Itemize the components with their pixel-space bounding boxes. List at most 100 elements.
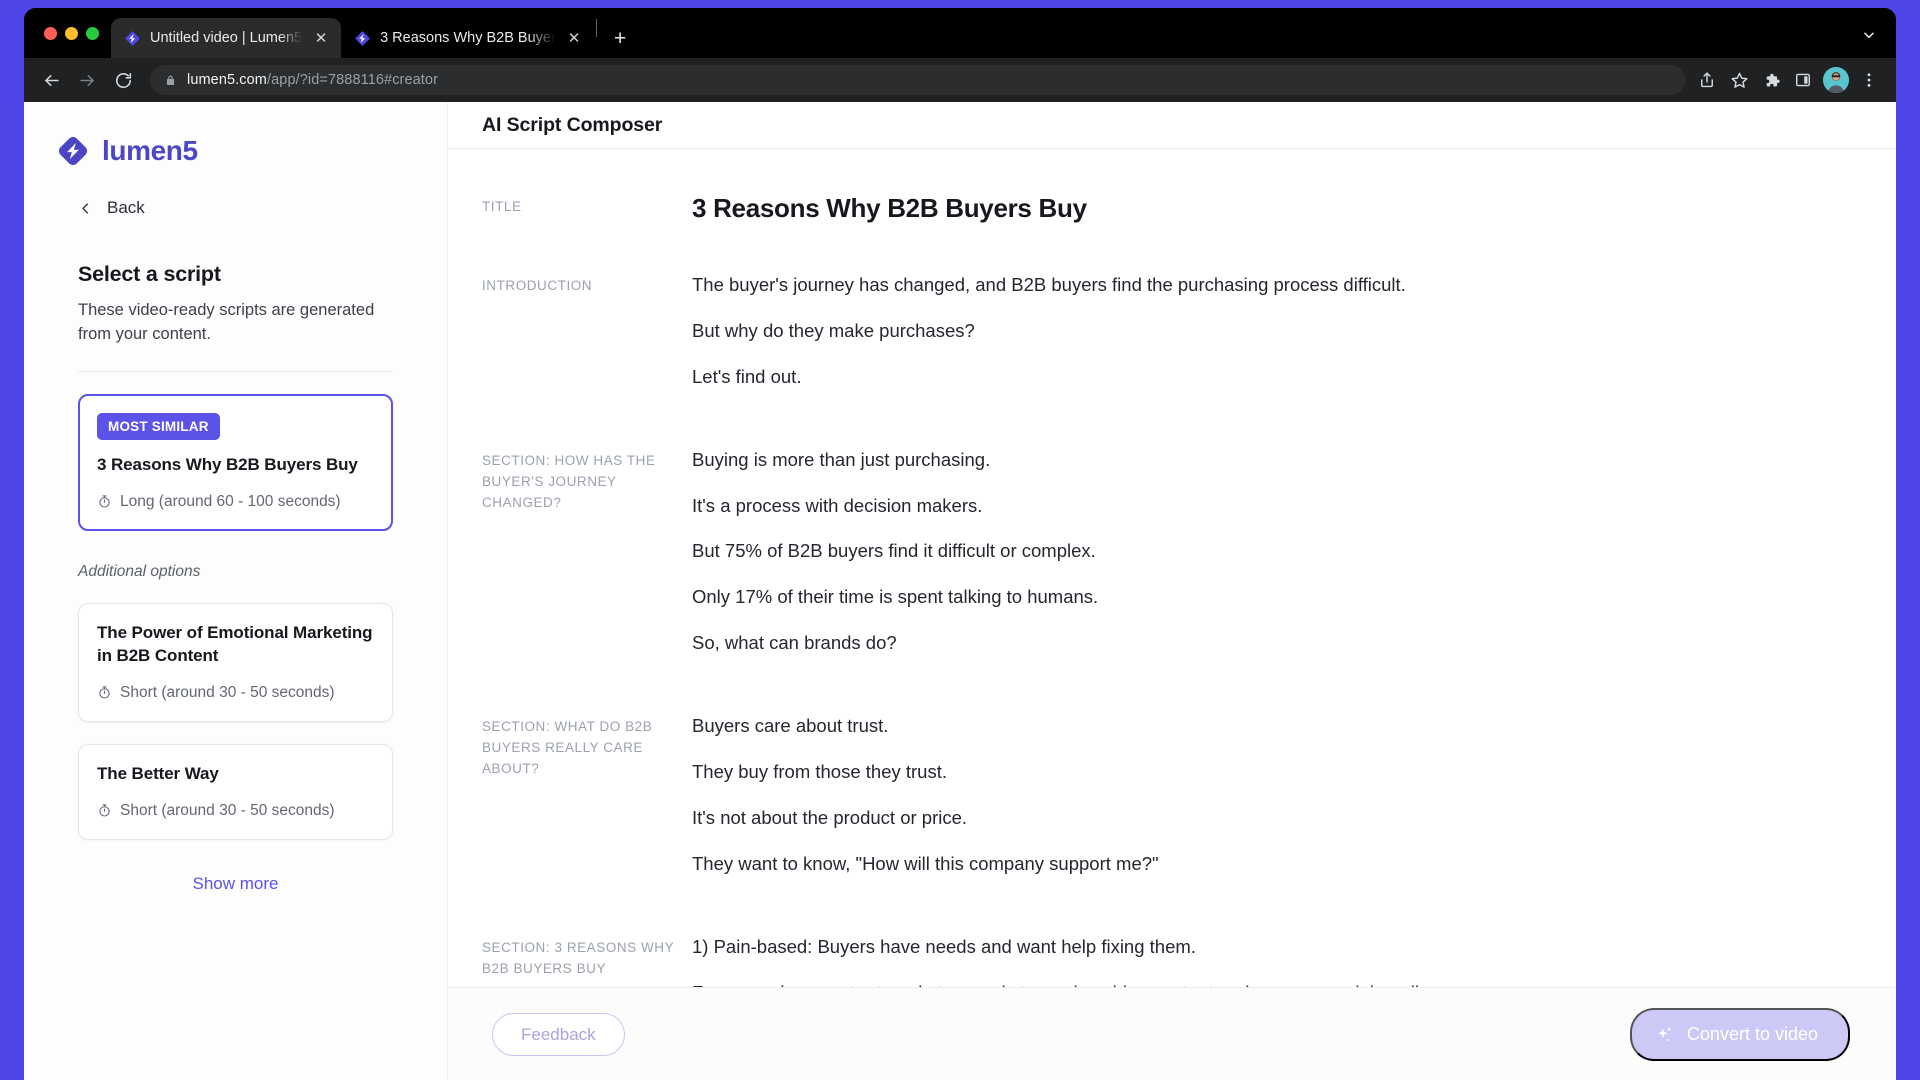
script-row-content[interactable]: The buyer's journey has changed, and B2B… — [692, 272, 1856, 390]
script-line: Only 17% of their time is spent talking … — [692, 586, 1099, 608]
avatar[interactable] — [1823, 67, 1849, 93]
reload-icon[interactable] — [106, 63, 140, 97]
convert-to-video-label: Convert to video — [1686, 1024, 1818, 1044]
script-card-duration-label: Short (around 30 - 50 seconds) — [120, 683, 335, 701]
script-card-duration: Short (around 30 - 50 seconds) — [97, 684, 374, 702]
new-tab-button[interactable]: + — [605, 23, 635, 53]
script-card-title: The Power of Emotional Marketing in B2B … — [97, 622, 373, 665]
script-row-label: SECTION: HOW HAS THE BUYER'S JOURNEY CHA… — [482, 452, 656, 510]
script-sidebar: lumen5 Back Select a script These video-… — [24, 102, 448, 1080]
window-traffic-lights — [38, 8, 111, 58]
sidebar-body: Select a script These video-ready script… — [24, 218, 447, 898]
script-title-text: 3 Reasons Why B2B Buyers Buy — [692, 193, 1087, 223]
chevron-down-icon[interactable] — [1858, 24, 1880, 46]
script-row-section-2: SECTION: WHAT DO B2B BUYERS REALLY CARE … — [448, 656, 1896, 877]
script-line: The buyer's journey has changed, and B2B… — [692, 274, 1406, 295]
script-card-duration-label: Long (around 60 - 100 seconds) — [120, 492, 341, 510]
script-card-selected[interactable]: MOST SIMILAR 3 Reasons Why B2B Buyers Bu… — [78, 393, 393, 531]
page-title: AI Script Composer — [482, 113, 663, 136]
browser-tab-2[interactable]: 3 Reasons Why B2B Buyers Bu ✕ — [341, 18, 594, 58]
minimize-window-button[interactable] — [65, 26, 78, 40]
convert-to-video-button[interactable]: Convert to video — [1629, 1007, 1850, 1061]
browser-tab-2-title: 3 Reasons Why B2B Buyers Bu — [380, 30, 556, 46]
sidebar-heading: Select a script — [78, 262, 221, 286]
sidebar-subheading: These video-ready scripts are generated … — [78, 301, 375, 343]
address-bar-path: /app/?id=7888116#creator — [266, 72, 439, 88]
script-card-option-2[interactable]: The Better Way Short (around 30 - 50 sec… — [78, 743, 393, 840]
script-card-duration: Short (around 30 - 50 seconds) — [97, 802, 374, 820]
tab-separator — [596, 18, 598, 37]
browser-tab-1[interactable]: Untitled video | Lumen5 ✕ — [111, 18, 342, 58]
browser-tab-strip: Untitled video | Lumen5 ✕ 3 Reasons Why … — [24, 8, 1896, 58]
back-icon[interactable] — [34, 63, 68, 97]
timer-icon — [97, 494, 112, 509]
script-line: Buying is more than just purchasing. — [692, 448, 991, 470]
script-line: It's a process with decision makers. — [692, 494, 983, 516]
address-bar-url: lumen5.com/app/?id=7888116#creator — [187, 72, 438, 88]
lumen5-favicon — [355, 30, 370, 46]
script-line: Buyers care about trust. — [692, 715, 889, 737]
script-line: For example, a content marketer needs to… — [692, 980, 1856, 987]
close-window-button[interactable] — [44, 26, 57, 40]
back-button[interactable]: Back — [24, 176, 447, 218]
address-bar-host: lumen5.com — [187, 72, 267, 88]
timer-icon — [97, 685, 112, 700]
script-card-title: 3 Reasons Why B2B Buyers Buy — [97, 454, 358, 474]
script-line: But 75% of B2B buyers find it difficult … — [692, 540, 1096, 562]
share-icon[interactable] — [1692, 65, 1722, 95]
back-button-label: Back — [107, 198, 145, 217]
script-row-label: SECTION: WHAT DO B2B BUYERS REALLY CARE … — [482, 719, 653, 776]
extensions-puzzle-icon[interactable] — [1756, 65, 1786, 95]
script-line: So, what can brands do? — [692, 632, 897, 654]
script-row-content[interactable]: Buyers care about trust. They buy from t… — [692, 713, 1856, 877]
timer-icon — [97, 803, 112, 818]
script-card-duration-label: Short (around 30 - 50 seconds) — [120, 801, 335, 819]
most-similar-badge: MOST SIMILAR — [97, 412, 220, 440]
lock-icon — [164, 74, 177, 87]
lumen5-logo-icon — [58, 136, 88, 166]
script-card-option-1[interactable]: The Power of Emotional Marketing in B2B … — [78, 602, 393, 722]
script-row-content[interactable]: Buying is more than just purchasing. It'… — [692, 447, 1856, 656]
sparkle-icon — [1654, 1024, 1675, 1045]
script-composer-panel: AI Script Composer TITLE 3 Reasons Why B… — [448, 102, 1896, 1080]
desktop-background: Untitled video | Lumen5 ✕ 3 Reasons Why … — [0, 0, 1920, 1080]
script-row-section-1: SECTION: HOW HAS THE BUYER'S JOURNEY CHA… — [448, 390, 1896, 656]
script-row-label: SECTION: 3 REASONS WHY B2B BUYERS BUY — [482, 939, 674, 976]
maximize-window-button[interactable] — [86, 26, 99, 40]
browser-window: Untitled video | Lumen5 ✕ 3 Reasons Why … — [24, 8, 1896, 1080]
browser-toolbar: lumen5.com/app/?id=7888116#creator — [24, 58, 1896, 102]
script-row-content[interactable]: 1) Pain-based: Buyers have needs and wan… — [692, 934, 1856, 987]
script-line: But why do they make purchases? — [692, 319, 975, 341]
main-header: AI Script Composer — [448, 102, 1896, 149]
additional-options-label: Additional options — [78, 562, 201, 580]
script-line: Let's find out. — [692, 365, 802, 387]
script-card-title: The Better Way — [97, 763, 219, 783]
side-panel-icon[interactable] — [1788, 65, 1818, 95]
composer-footer: Feedback Convert to video — [448, 988, 1896, 1080]
lumen5-logo[interactable]: lumen5 — [24, 102, 447, 176]
bookmark-star-icon[interactable] — [1724, 65, 1754, 95]
lumen5-favicon — [125, 30, 140, 46]
browser-tab-2-close-icon[interactable]: ✕ — [564, 28, 584, 48]
feedback-button[interactable]: Feedback — [492, 1012, 625, 1056]
forward-icon[interactable] — [70, 63, 104, 97]
script-line: It's not about the product or price. — [692, 806, 968, 828]
script-content-scroll[interactable]: TITLE 3 Reasons Why B2B Buyers Buy INTRO… — [448, 149, 1896, 988]
script-row-introduction: INTRODUCTION The buyer's journey has cha… — [448, 224, 1896, 390]
script-line: They buy from those they trust. — [692, 761, 947, 783]
browser-tab-1-title: Untitled video | Lumen5 — [150, 30, 303, 46]
show-more-button[interactable]: Show more — [78, 870, 393, 898]
chevron-left-icon — [78, 201, 93, 216]
script-row-label: TITLE — [482, 199, 522, 214]
browser-tab-1-close-icon[interactable]: ✕ — [311, 28, 331, 48]
script-line: They want to know, "How will this compan… — [692, 852, 1159, 874]
address-bar[interactable]: lumen5.com/app/?id=7888116#creator — [150, 65, 1686, 95]
script-row-content[interactable]: 3 Reasons Why B2B Buyers Buy — [692, 193, 1856, 224]
script-line: 1) Pain-based: Buyers have needs and wan… — [692, 935, 1196, 957]
script-row-title: TITLE 3 Reasons Why B2B Buyers Buy — [448, 149, 1896, 224]
sidebar-divider — [78, 370, 393, 372]
script-row-label: INTRODUCTION — [482, 278, 593, 293]
browser-menu-icon[interactable] — [1854, 65, 1884, 95]
page-viewport: lumen5 Back Select a script These video-… — [24, 102, 1896, 1080]
script-card-duration: Long (around 60 - 100 seconds) — [97, 493, 374, 511]
